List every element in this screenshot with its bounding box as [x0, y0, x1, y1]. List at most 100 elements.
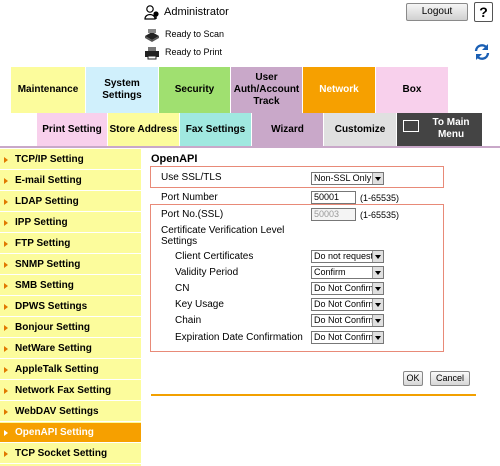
sidebar-item-label: AppleTalk Setting [15, 364, 99, 375]
arrow-right-icon [4, 220, 8, 226]
sidebar-item-openapi-setting[interactable]: OpenAPI Setting [0, 423, 141, 443]
tab-maintenance[interactable]: Maintenance [11, 67, 86, 113]
cert-row-label: Chain [175, 315, 202, 326]
cert-row-value: Do Not Confirm [314, 315, 377, 325]
sidebar-item-label: WebDAV Settings [15, 406, 99, 417]
tab-wizard[interactable]: Wizard [252, 113, 324, 146]
sidebar-item-label: IPP Setting [15, 217, 68, 228]
sidebar-item-label: DPWS Settings [15, 301, 88, 312]
sidebar-item-tcp-socket-setting[interactable]: TCP Socket Setting [0, 444, 141, 464]
ssl-port-input[interactable]: 50003 [311, 208, 356, 221]
cert-row-value: Confirm [314, 267, 346, 277]
arrow-right-icon [4, 409, 8, 415]
arrow-right-icon [4, 283, 8, 289]
sidebar-item-label: SMB Setting [15, 280, 74, 291]
use-ssl-select[interactable]: Non-SSL Only [311, 172, 384, 185]
arrow-right-icon [4, 325, 8, 331]
ssl-port-label: Port No.(SSL) [161, 209, 224, 220]
refresh-icon[interactable] [472, 42, 492, 62]
tab-user-auth-account-track[interactable]: User Auth/Account Track [231, 67, 303, 113]
sidebar-item-ftp-setting[interactable]: FTP Setting [0, 234, 141, 254]
arrow-right-icon [4, 388, 8, 394]
sidebar-item-network-fax-setting[interactable]: Network Fax Setting [0, 381, 141, 401]
chevron-down-icon [372, 332, 383, 343]
sidebar-item-snmp-setting[interactable]: SNMP Setting [0, 255, 141, 275]
administrator-icon [144, 5, 159, 20]
sidebar-item-dpws-settings[interactable]: DPWS Settings [0, 297, 141, 317]
sidebar-item-e-mail-setting[interactable]: E-mail Setting [0, 171, 141, 191]
sidebar-item-label: TCP/IP Setting [15, 154, 84, 165]
logout-button[interactable]: Logout [406, 3, 468, 21]
ok-button[interactable]: OK [403, 371, 423, 386]
sidebar-item-label: Bonjour Setting [15, 322, 90, 333]
arrow-right-icon [4, 346, 8, 352]
user-bar: Administrator Logout ? [144, 2, 496, 22]
cert-row-label: Client Certificates [175, 251, 254, 262]
arrow-right-icon [4, 262, 8, 268]
sidebar-item-label: OpenAPI Setting [15, 427, 94, 438]
cert-row-select[interactable]: Confirm [311, 266, 384, 279]
sidebar-item-ipp-setting[interactable]: IPP Setting [0, 213, 141, 233]
print-status-text: Ready to Print [165, 47, 223, 57]
help-button[interactable]: ? [474, 2, 493, 22]
chevron-down-icon [372, 267, 383, 278]
cert-row-select[interactable]: Do Not Confirm [311, 314, 384, 327]
tab-security[interactable]: Security [159, 67, 231, 113]
cert-row-label: Validity Period [175, 267, 239, 278]
cert-verification-heading: Certificate Verification Level Settings [161, 225, 285, 247]
sidebar-item-tcp-ip-setting[interactable]: TCP/IP Setting [0, 150, 141, 170]
cert-row-select[interactable]: Do not request [311, 250, 384, 263]
chevron-down-icon [372, 299, 383, 310]
sidebar-item-label: FTP Setting [15, 238, 71, 249]
sidebar-item-label: Network Fax Setting [15, 385, 112, 396]
use-ssl-label: Use SSL/TLS [161, 172, 222, 183]
printer-icon [145, 47, 159, 60]
sidebar-item-label: NetWare Setting [15, 343, 92, 354]
user-name: Administrator [164, 6, 229, 18]
tab-print-setting[interactable]: Print Setting [37, 113, 108, 146]
page-title: OpenAPI [151, 153, 198, 165]
cert-row-select[interactable]: Do Not Confirm [311, 331, 384, 344]
scanner-icon [145, 29, 159, 42]
tab-network[interactable]: Network [303, 67, 376, 113]
cert-row-label: Expiration Date Confirmation [175, 332, 303, 343]
cert-row-value: Do Not Confirm [314, 299, 377, 309]
sidebar-item-label: LDAP Setting [15, 196, 79, 207]
cert-row-select[interactable]: Do Not Confirm [311, 282, 384, 295]
arrow-right-icon [4, 430, 8, 436]
tab-system-settings[interactable]: System Settings [86, 67, 159, 113]
port-number-range: (1-65535) [360, 193, 400, 203]
sidebar-item-smb-setting[interactable]: SMB Setting [0, 276, 141, 296]
cert-row-select[interactable]: Do Not Confirm [311, 298, 384, 311]
arrow-right-icon [4, 367, 8, 373]
cancel-button[interactable]: Cancel [430, 371, 470, 386]
port-number-input[interactable]: 50001 [311, 191, 356, 204]
sidebar-item-label: TCP Socket Setting [15, 448, 108, 459]
chevron-down-icon [372, 173, 383, 184]
tab-customize[interactable]: Customize [324, 113, 397, 146]
arrow-right-icon [4, 199, 8, 205]
cert-row-label: Key Usage [175, 299, 224, 310]
arrow-right-icon [4, 178, 8, 184]
arrow-right-icon [4, 304, 8, 310]
to-main-menu-label: To Main Menu [432, 117, 470, 140]
arrow-right-icon [4, 241, 8, 247]
scan-status-text: Ready to Scan [165, 29, 225, 39]
sidebar-item-bonjour-setting[interactable]: Bonjour Setting [0, 318, 141, 338]
arrow-right-icon [4, 451, 8, 457]
chevron-down-icon [372, 251, 383, 262]
sidebar-item-label: SNMP Setting [15, 259, 81, 270]
sidebar-item-ldap-setting[interactable]: LDAP Setting [0, 192, 141, 212]
to-main-menu-button[interactable]: To Main Menu [397, 113, 483, 146]
sidebar: TCP/IP Setting E-mail Setting LDAP Setting… [0, 149, 141, 466]
sidebar-item-netware-setting[interactable]: NetWare Setting [0, 339, 141, 359]
tab-fax-settings[interactable]: Fax Settings [180, 113, 252, 146]
main-menu-icon [403, 120, 419, 132]
chevron-down-icon [372, 315, 383, 326]
sidebar-item-appletalk-setting[interactable]: AppleTalk Setting [0, 360, 141, 380]
tab-divider [0, 146, 500, 148]
tab-box[interactable]: Box [376, 67, 449, 113]
sidebar-item-webdav-settings[interactable]: WebDAV Settings [0, 402, 141, 422]
cert-row-value: Do Not Confirm [314, 332, 377, 342]
tab-store-address[interactable]: Store Address [108, 113, 180, 146]
